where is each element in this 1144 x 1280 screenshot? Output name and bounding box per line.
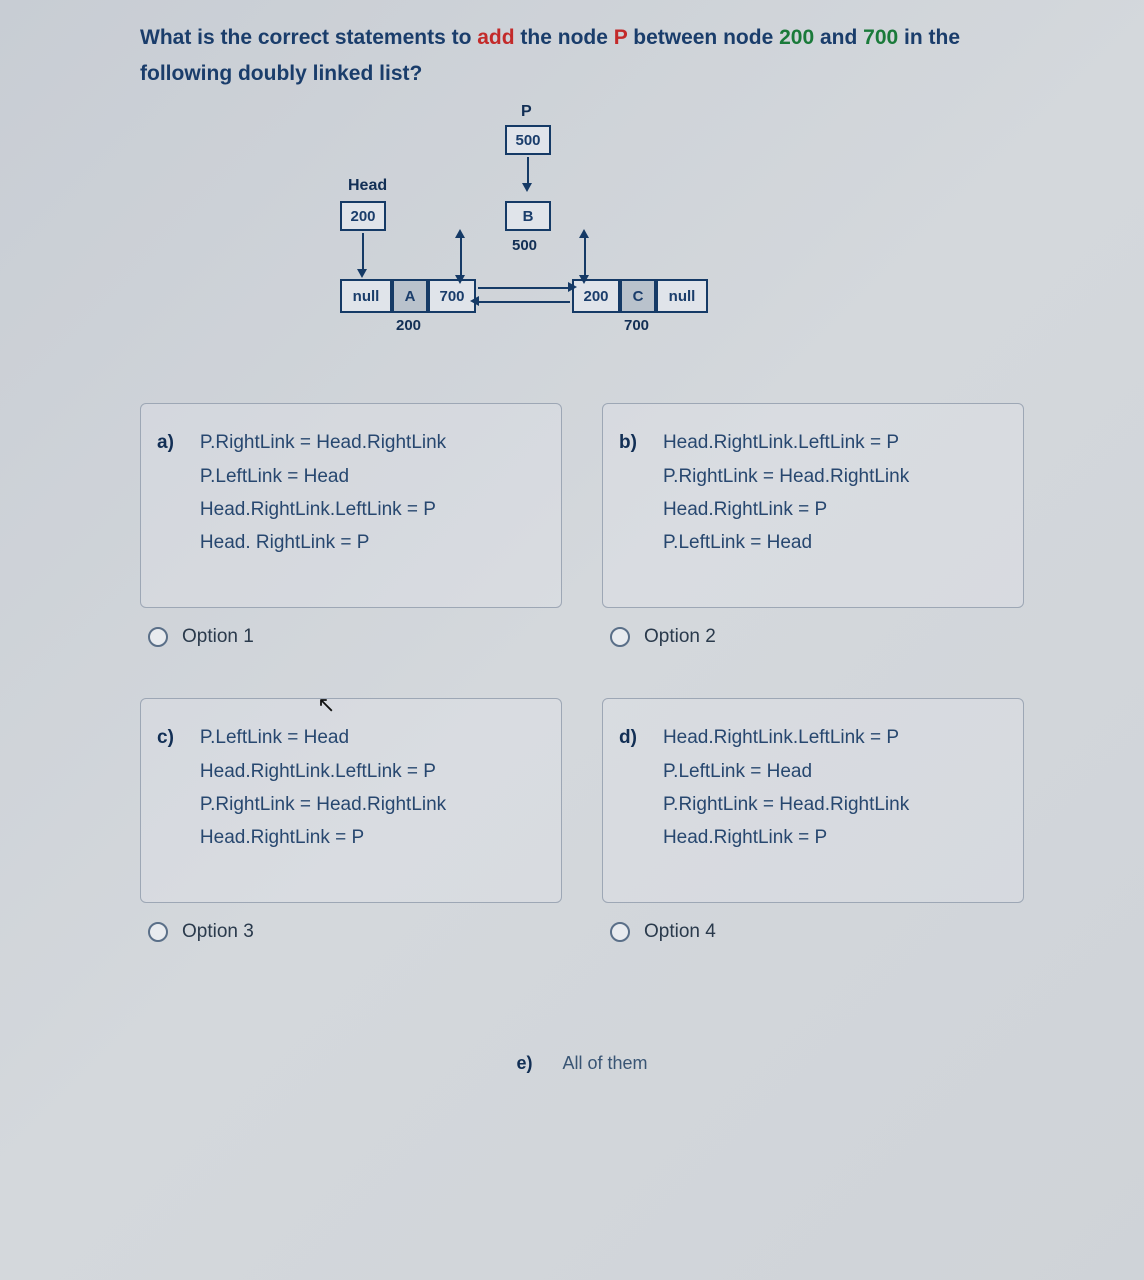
option-b-cell: b) Head.RightLink.LeftLink = P P.RightLi…	[602, 403, 1024, 648]
option-a-line: Head. RightLink = P	[200, 526, 545, 559]
a-mid-cell: A	[392, 279, 428, 313]
option-c-letter: c)	[157, 721, 174, 854]
option-a-cell: a) P.RightLink = Head.RightLink P.LeftLi…	[140, 403, 562, 648]
option-b-card: b) Head.RightLink.LeftLink = P P.RightLi…	[602, 403, 1024, 608]
option-e-text: All of them	[562, 1053, 647, 1074]
option-c-line: Head.RightLink = P	[200, 821, 545, 854]
option-d-cell: d) Head.RightLink.LeftLink = P P.LeftLin…	[602, 698, 1024, 943]
option-1-radio-row[interactable]: Option 1	[140, 626, 562, 648]
a-left-cell: null	[340, 279, 392, 313]
option-c-line: P.LeftLink = Head	[200, 721, 545, 754]
option-d-card: d) Head.RightLink.LeftLink = P P.LeftLin…	[602, 698, 1024, 903]
option-b-line: Head.RightLink.LeftLink = P	[663, 426, 1007, 459]
b-value: 500	[512, 237, 537, 254]
c-left-cell: 200	[572, 279, 620, 313]
a-below: 200	[396, 317, 421, 334]
option-b-line: P.RightLink = Head.RightLink	[663, 460, 1007, 493]
option-d-letter: d)	[619, 721, 637, 854]
option-c-line: Head.RightLink.LeftLink = P	[200, 755, 545, 788]
option-e-letter: e)	[516, 1053, 532, 1074]
radio-icon	[148, 922, 168, 942]
option-c-cell: c) P.LeftLink = Head Head.RightLink.Left…	[140, 698, 562, 943]
option-d-line: P.RightLink = Head.RightLink	[663, 788, 1007, 821]
option-3-radio-row[interactable]: Option 3	[140, 921, 562, 943]
option-a-line: P.LeftLink = Head	[200, 460, 545, 493]
option-a-card: a) P.RightLink = Head.RightLink P.LeftLi…	[140, 403, 562, 608]
option-d-line: Head.RightLink = P	[663, 821, 1007, 854]
radio-icon	[148, 627, 168, 647]
option-d-line: Head.RightLink.LeftLink = P	[663, 721, 1007, 754]
radio-icon	[610, 922, 630, 942]
option-2-label: Option 2	[644, 626, 716, 648]
cursor-icon: ↖	[317, 692, 335, 718]
linked-list-diagram: P 500 Head 200 B 500 null A 700 200 200 …	[140, 103, 1024, 373]
option-b-line: Head.RightLink = P	[663, 493, 1007, 526]
option-b-line: P.LeftLink = Head	[663, 526, 1007, 559]
c-below: 700	[624, 317, 649, 334]
c-mid-cell: C	[620, 279, 656, 313]
p-node-box: 500	[505, 125, 551, 155]
option-e-cell: e) All of them	[140, 1053, 1024, 1074]
a-right-cell: 700	[428, 279, 476, 313]
question-text: What is the correct statements to add th…	[140, 20, 1024, 91]
option-c-line: P.RightLink = Head.RightLink	[200, 788, 545, 821]
p-label: P	[521, 103, 532, 121]
b-node-box: B	[505, 201, 551, 231]
options-grid: a) P.RightLink = Head.RightLink P.LeftLi…	[140, 403, 1024, 1074]
option-4-radio-row[interactable]: Option 4	[602, 921, 1024, 943]
option-4-label: Option 4	[644, 921, 716, 943]
option-b-letter: b)	[619, 426, 637, 559]
option-a-letter: a)	[157, 426, 174, 559]
option-d-line: P.LeftLink = Head	[663, 755, 1007, 788]
option-a-line: Head.RightLink.LeftLink = P	[200, 493, 545, 526]
c-right-cell: null	[656, 279, 708, 313]
option-c-card: c) P.LeftLink = Head Head.RightLink.Left…	[140, 698, 562, 903]
option-a-line: P.RightLink = Head.RightLink	[200, 426, 545, 459]
head-box: 200	[340, 201, 386, 231]
option-2-radio-row[interactable]: Option 2	[602, 626, 1024, 648]
head-label: Head	[348, 177, 387, 195]
option-1-label: Option 1	[182, 626, 254, 648]
radio-icon	[610, 627, 630, 647]
option-3-label: Option 3	[182, 921, 254, 943]
